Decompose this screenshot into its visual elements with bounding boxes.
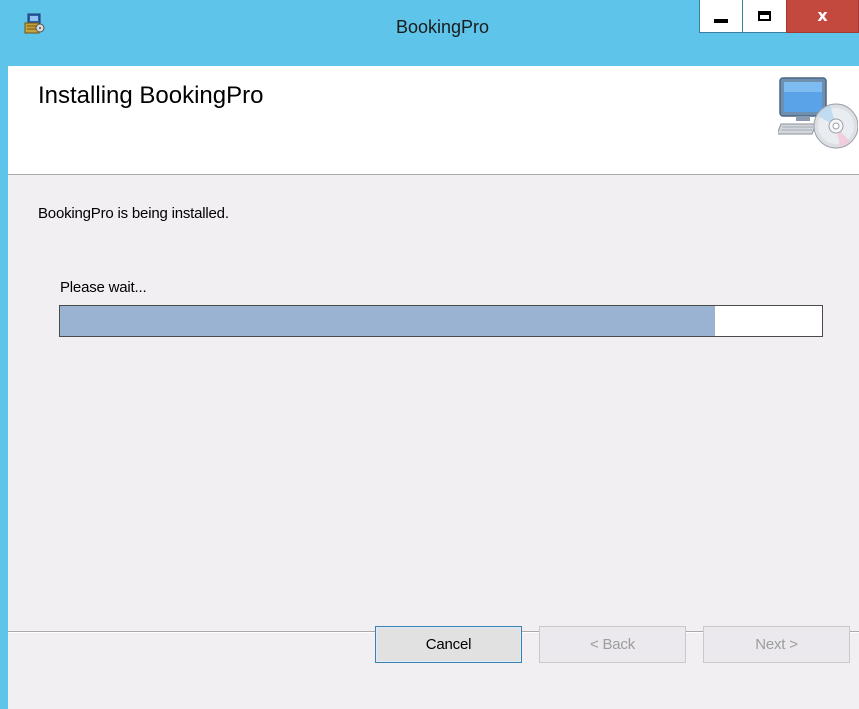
please-wait-label: Please wait...: [60, 279, 147, 296]
computer-cd-icon: [778, 77, 858, 149]
title-bar[interactable]: BookingPro x: [0, 0, 859, 66]
dialog-client-area: Installing BookingPro BookingPro is bein…: [8, 66, 859, 709]
next-button[interactable]: Next >: [703, 626, 850, 663]
install-status-text: BookingPro is being installed.: [38, 205, 229, 222]
maximize-icon: [758, 11, 771, 21]
minimize-button[interactable]: [699, 0, 743, 33]
header-panel: Installing BookingPro: [8, 66, 859, 175]
install-progress-fill: [60, 306, 716, 336]
close-button[interactable]: x: [786, 0, 859, 33]
installer-window: BookingPro x Installing BookingPro Booki…: [0, 0, 859, 709]
cancel-button[interactable]: Cancel: [375, 626, 522, 663]
install-progress-bar: [59, 305, 823, 337]
maximize-button[interactable]: [742, 0, 787, 33]
installer-app-icon: [24, 13, 45, 34]
back-button[interactable]: < Back: [539, 626, 686, 663]
close-icon: x: [817, 5, 828, 25]
page-title: Installing BookingPro: [38, 82, 264, 109]
minimize-icon: [714, 19, 728, 23]
